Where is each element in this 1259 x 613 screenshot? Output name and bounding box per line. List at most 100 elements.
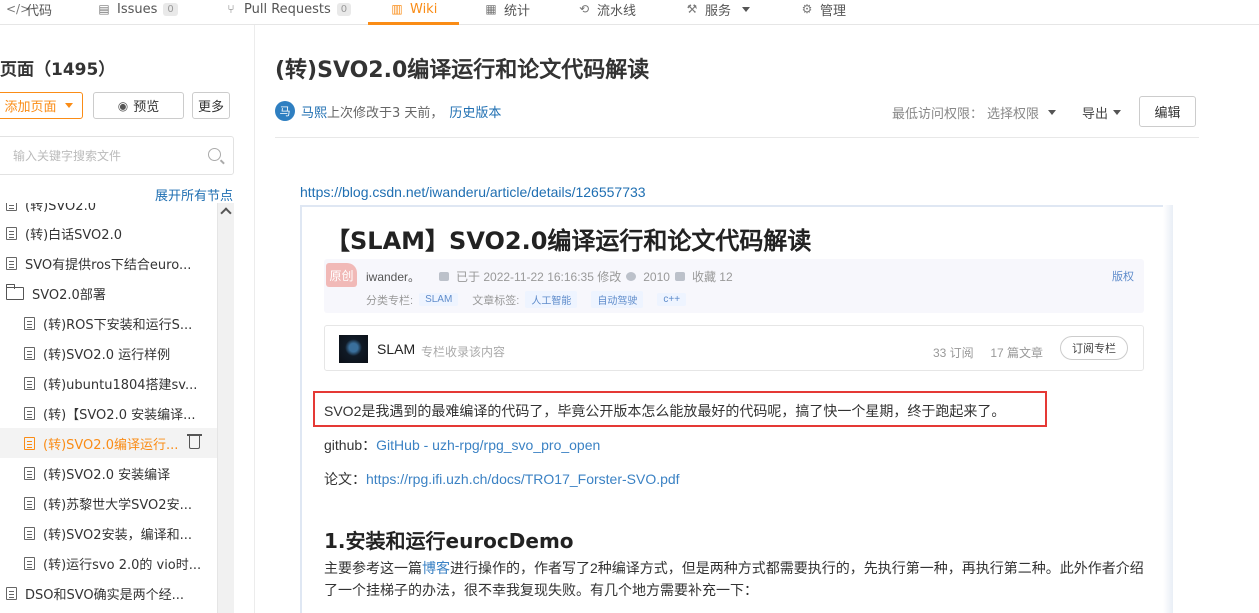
embedded-article-image: 【SLAM】SVO2.0编译运行和论文代码解读 原创 iwander。 已于 2… — [300, 205, 1173, 613]
document-icon — [24, 346, 35, 360]
add-page-button[interactable]: 添加页面 — [0, 92, 83, 119]
document-icon — [24, 496, 35, 510]
active-tab-indicator — [368, 22, 459, 25]
document-icon — [6, 586, 17, 600]
article-tags-row: 分类专栏: SLAM 文章标签: 人工智能 自动驾驶 c++ — [366, 291, 694, 308]
image-edge — [1163, 205, 1173, 613]
chevron-up-icon[interactable] — [220, 207, 232, 219]
nav-tab-code[interactable]: </> 代码 — [6, 0, 52, 24]
document-icon — [24, 406, 35, 420]
tree-item[interactable]: (转)白话SVO2.0 — [0, 218, 234, 248]
column-stats: 33 订阅 17 篇文章 — [933, 346, 1044, 360]
subscribe-column-button: 订阅专栏 — [1060, 336, 1128, 360]
page-title: (转)SVO2.0编译运行和论文代码解读 — [275, 58, 650, 83]
original-badge: 原创 — [326, 263, 357, 287]
tag: SLAM — [419, 293, 459, 306]
tree-item[interactable]: (转)ubuntu1804搭建sv... — [0, 368, 234, 398]
document-icon — [6, 256, 17, 270]
pull-request-icon: ⑂ — [227, 2, 235, 16]
highlight-text: SVO2是我遇到的最难编译的代码了，毕竟公开版本怎么能放最好的代码呢，搞了快一个… — [324, 403, 1006, 419]
tree-item[interactable]: (转)苏黎世大学SVO2安... — [0, 488, 234, 518]
pr-count-badge: 0 — [336, 2, 352, 16]
stats-icon: ▦ — [485, 2, 497, 16]
author-link[interactable]: 马熙 — [301, 102, 327, 121]
nav-tab-pull-requests[interactable]: ⑂ Pull Requests 0 — [224, 0, 352, 24]
trash-icon[interactable] — [187, 434, 202, 449]
document-icon — [24, 436, 35, 450]
tree-item[interactable]: DSO和SVO确实是两个经... — [0, 578, 234, 608]
tree-item[interactable]: (转)【SVO2.0 安装编译... — [0, 398, 234, 428]
export-dropdown[interactable]: 导出 — [1082, 103, 1122, 122]
chevron-down-icon — [742, 6, 751, 12]
search-icon[interactable] — [208, 148, 221, 161]
nav-tab-pipeline[interactable]: ⟲ 流水线 — [577, 0, 636, 24]
tree-item-selected[interactable]: (转)SVO2.0编译运行... — [0, 428, 234, 458]
document-icon — [24, 466, 35, 480]
avatar: 马 — [275, 101, 295, 121]
issues-count-badge: 0 — [163, 2, 178, 16]
folder-open-icon — [6, 283, 24, 300]
modified-text: 上次修改于3 天前， — [327, 105, 444, 121]
document-icon — [24, 376, 35, 390]
article-info-row: iwander。 已于 2022-11-22 16:16:35 修改 2010 … — [366, 269, 733, 285]
more-button[interactable]: 更多 — [192, 92, 230, 119]
body-paragraph: 主要参考这一篇博客进行操作的，作者写了2种编译方式，但是两种方式都需要执行的，先… — [324, 560, 1144, 598]
page-meta: 马 马熙 上次修改于3 天前， 历史版本 — [275, 100, 501, 122]
section-heading: 1.安装和运行eurocDemo — [324, 529, 574, 553]
page-tree: (转)SVO2.0 (转)白话SVO2.0 SVO有提供ros下结合euro..… — [0, 203, 234, 613]
wiki-icon: ▥ — [391, 2, 403, 16]
edit-button[interactable]: 编辑 — [1139, 96, 1196, 127]
nav-tab-service[interactable]: ⚒ 服务 — [685, 0, 751, 24]
article-title: 【SLAM】SVO2.0编译运行和论文代码解读 — [326, 227, 812, 255]
column-card: SLAM 专栏收录该内容 33 订阅 17 篇文章 订阅专栏 — [324, 325, 1144, 371]
document-icon — [24, 316, 35, 330]
document-icon — [24, 526, 35, 540]
chevron-down-icon — [1048, 110, 1057, 115]
service-icon: ⚒ — [686, 2, 698, 16]
tree-item[interactable]: (转)SVO2.0 — [0, 203, 234, 219]
nav-tab-issues[interactable]: ▤ Issues 0 — [97, 0, 178, 24]
preview-button[interactable]: ◉ 预览 — [93, 92, 184, 119]
github-line: github：GitHub - uzh-rpg/rpg_svo_pro_open — [324, 437, 601, 453]
column-thumbnail — [339, 335, 368, 363]
document-icon — [24, 556, 35, 570]
nav-tab-stats[interactable]: ▦ 统计 — [484, 0, 530, 24]
reference-link[interactable]: https://blog.csdn.net/iwanderu/article/d… — [300, 184, 646, 200]
top-nav: </> 代码 ▤ Issues 0 ⑂ Pull Requests 0 ▥ Wi… — [0, 0, 1259, 25]
tree-item[interactable]: (转)SVO2.0 运行样例 — [0, 338, 234, 368]
tag: 自动驾驶 — [591, 291, 644, 308]
wiki-sidebar: 页面（1495） 添加页面 ◉ 预览 更多 展开所有节点 (转)SVO2.0 (… — [0, 25, 255, 613]
article-info-box: 原创 iwander。 已于 2022-11-22 16:16:35 修改 20… — [324, 259, 1144, 313]
manage-icon: ⚙ — [801, 2, 813, 16]
header-divider — [275, 137, 1199, 138]
star-icon — [674, 272, 685, 281]
tree-item[interactable]: (转)ROS下安装和运行S... — [0, 308, 234, 338]
permission-select[interactable]: 最低访问权限： 选择权限 — [892, 103, 1057, 122]
document-icon — [6, 226, 17, 240]
tree-item[interactable]: (转)运行svo 2.0的 vio时... — [0, 548, 234, 578]
search-input[interactable] — [13, 147, 193, 165]
tag: c++ — [657, 293, 687, 306]
nav-tab-manage[interactable]: ⚙ 管理 — [800, 0, 846, 24]
tree-item[interactable]: (转)SVO2.0 安装编译 — [0, 458, 234, 488]
issues-icon: ▤ — [98, 2, 110, 16]
code-icon: </> — [6, 2, 31, 16]
chevron-down-icon — [1113, 110, 1122, 115]
paper-line: 论文：https://rpg.ifi.uzh.ch/docs/TRO17_For… — [324, 471, 680, 487]
history-link[interactable]: 历史版本 — [449, 102, 501, 121]
tree-folder[interactable]: SVO2.0部署 — [0, 278, 234, 308]
tree-item[interactable]: (转)SVO2安装，编译和... — [0, 518, 234, 548]
document-icon — [6, 203, 17, 211]
tree-scrollbar[interactable] — [217, 203, 234, 613]
pipeline-icon: ⟲ — [578, 2, 590, 16]
pages-count-title: 页面（1495） — [0, 60, 116, 80]
nav-tab-wiki[interactable]: ▥ Wiki — [390, 0, 437, 24]
tree-item[interactable]: SVO有提供ros下结合euro... — [0, 248, 234, 278]
copyright-label: 版权 — [1112, 271, 1134, 283]
eye-icon — [626, 272, 637, 281]
chevron-down-icon — [64, 103, 73, 108]
eye-icon: ◉ — [117, 98, 129, 113]
file-search — [0, 136, 234, 175]
expand-all-link[interactable]: 展开所有节点 — [155, 185, 233, 204]
tag: 人工智能 — [525, 291, 578, 308]
